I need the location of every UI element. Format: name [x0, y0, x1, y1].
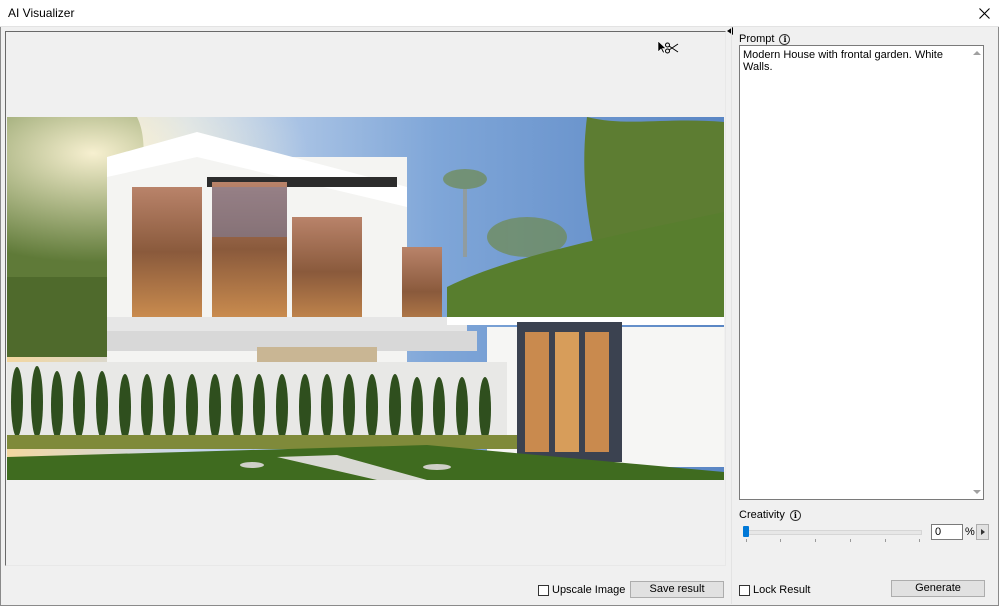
collapse-arrow-icon[interactable]: [727, 27, 733, 35]
lock-result-option[interactable]: Lock Result: [739, 584, 810, 596]
panel-splitter[interactable]: [731, 26, 732, 604]
prompt-text[interactable]: Modern House with frontal garden. White …: [743, 49, 969, 73]
upscale-image-option[interactable]: Upscale Image: [538, 584, 625, 596]
canvas-panel[interactable]: [5, 31, 726, 566]
spin-right-icon: [980, 529, 985, 535]
slider-tick: [885, 539, 886, 542]
slider-tick: [780, 539, 781, 542]
prompt-label-row: Prompt i: [739, 33, 791, 45]
slider-tick: [850, 539, 851, 542]
info-icon[interactable]: i: [779, 33, 791, 45]
upscale-image-checkbox[interactable]: [538, 584, 549, 596]
prompt-scrollbar[interactable]: [970, 46, 983, 499]
lock-result-checkbox[interactable]: [739, 584, 750, 596]
creativity-slider[interactable]: [744, 530, 922, 535]
title-bar: AI Visualizer: [0, 0, 999, 27]
creativity-label: Creativity: [739, 509, 785, 521]
creativity-slider-thumb[interactable]: [743, 526, 749, 537]
info-icon[interactable]: i: [789, 509, 801, 521]
rendered-house-image: [7, 117, 724, 480]
creativity-label-row: Creativity i: [739, 509, 801, 521]
creativity-spin-button[interactable]: [976, 524, 989, 540]
lock-result-label[interactable]: Lock Result: [753, 584, 810, 596]
save-result-button[interactable]: Save result: [630, 581, 724, 598]
creativity-value-input[interactable]: 0: [931, 524, 963, 540]
window-title: AI Visualizer: [8, 6, 75, 20]
prompt-textarea[interactable]: Modern House with frontal garden. White …: [739, 45, 984, 500]
slider-tick: [815, 539, 816, 542]
scissors-icon[interactable]: [665, 42, 679, 54]
scroll-down-icon[interactable]: [973, 490, 981, 494]
slider-tick: [746, 539, 747, 542]
generate-button[interactable]: Generate: [891, 580, 985, 597]
percent-sign: %: [965, 526, 975, 538]
close-button[interactable]: [969, 0, 999, 26]
slider-tick: [919, 539, 920, 542]
prompt-label: Prompt: [739, 33, 775, 45]
close-icon: [978, 7, 990, 19]
scroll-up-icon[interactable]: [973, 51, 981, 55]
upscale-image-label[interactable]: Upscale Image: [552, 584, 625, 596]
